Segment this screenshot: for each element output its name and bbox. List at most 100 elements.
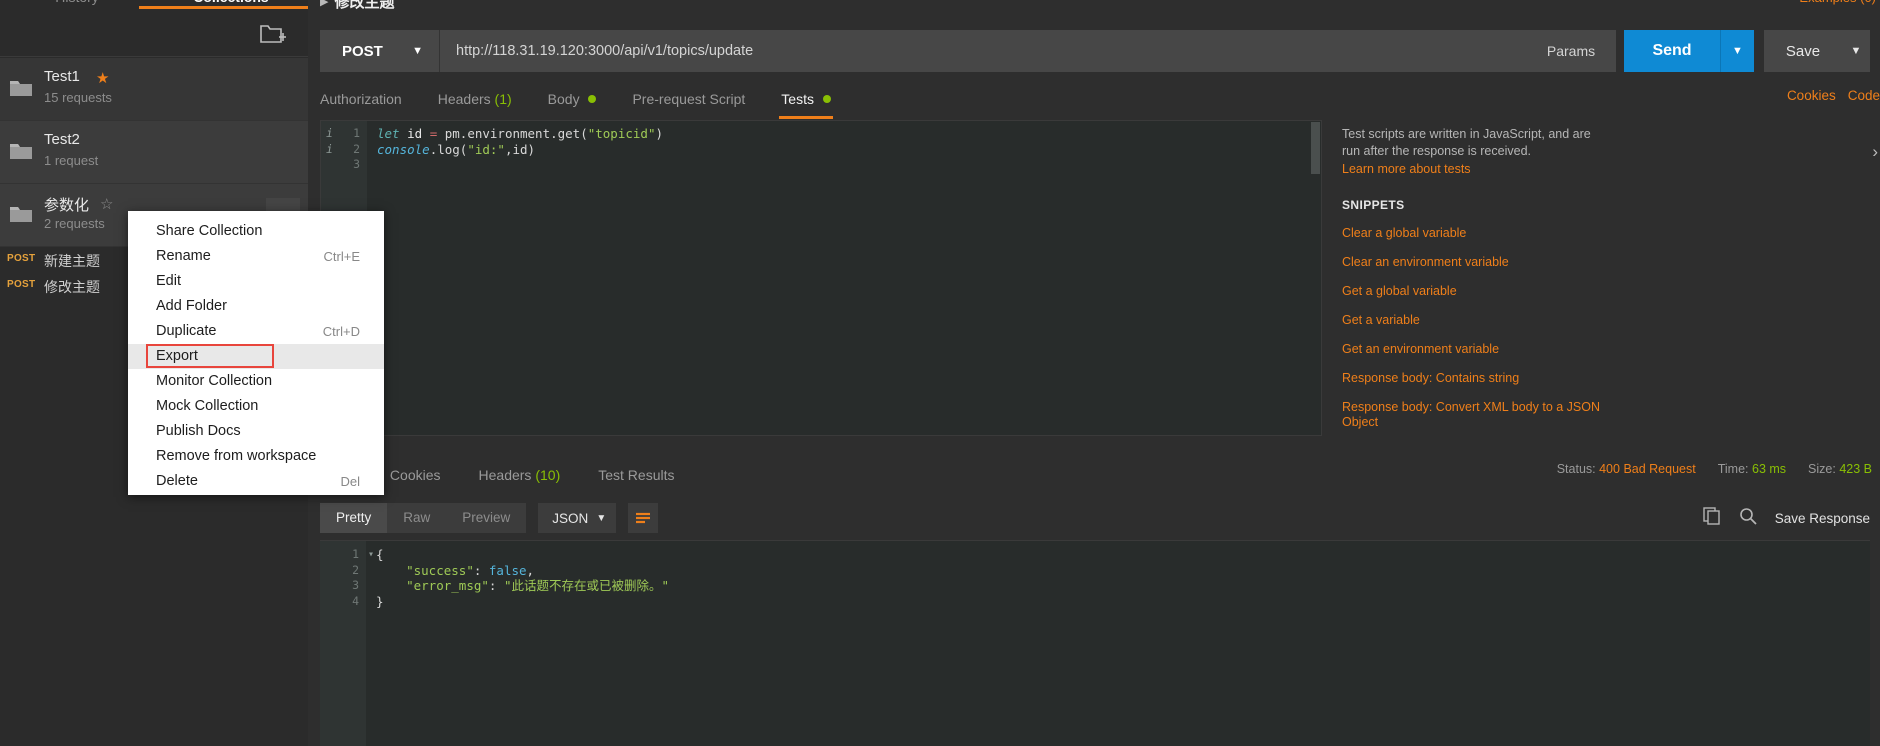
info-icon: i <box>326 141 333 156</box>
status-dot-icon <box>822 95 831 103</box>
menu-item-label: Delete <box>156 473 198 489</box>
menu-item-add-folder[interactable]: Add Folder <box>128 294 384 319</box>
collection-name: 参数化 <box>44 197 90 214</box>
menu-item-shortcut: Del <box>340 474 360 489</box>
gutter-line: 2 <box>352 562 359 577</box>
menu-item-export[interactable]: Export <box>128 344 384 369</box>
main-panel: ▶ 修改主题 Examples (0) POST ▼ http://118.31… <box>308 0 1880 746</box>
cookies-link[interactable]: Cookies <box>1787 88 1836 103</box>
snippet-item[interactable]: Get an environment variable <box>1342 342 1602 357</box>
info-icon: i <box>326 126 333 140</box>
send-options-chevron-icon[interactable]: ▼ <box>1720 30 1754 72</box>
learn-more-link[interactable]: Learn more about tests <box>1342 162 1862 176</box>
collection-row-test2[interactable]: Test2 1 request <box>0 121 308 184</box>
menu-item-delete[interactable]: Delete Del <box>128 469 384 494</box>
collapse-panel-chevron-icon[interactable]: › <box>1872 142 1878 162</box>
editor-scrollbar[interactable] <box>1311 122 1320 174</box>
size-value: 423 B <box>1839 462 1872 476</box>
code-method: .log( <box>429 141 468 157</box>
code-string: "topicid" <box>587 126 656 141</box>
tests-code-editor[interactable]: i1 i2 3 let id = pm.environment.get("top… <box>320 120 1322 436</box>
menu-item-label: Export <box>156 348 198 364</box>
code-object: pm.environment.get( <box>437 126 588 141</box>
response-tab-cookies[interactable]: Cookies <box>390 467 441 483</box>
folder-icon <box>10 205 32 223</box>
response-format-selector[interactable]: JSON ▼ <box>538 503 617 533</box>
menu-item-share-collection[interactable]: Share Collection <box>128 219 384 244</box>
save-response-button[interactable]: Save Response <box>1775 511 1870 526</box>
caret-right-icon[interactable]: ▶ <box>320 0 328 8</box>
collection-context-menu[interactable]: Share Collection Rename Ctrl+E Edit Add … <box>128 211 384 495</box>
snippets-panel: Test scripts are written in JavaScript, … <box>1326 120 1880 436</box>
collection-request-count: 1 request <box>44 153 99 168</box>
http-method-selector[interactable]: POST ▼ <box>320 30 440 72</box>
new-folder-icon[interactable] <box>260 22 286 44</box>
tab-body[interactable]: Body <box>548 84 597 116</box>
copy-icon[interactable] <box>1702 506 1721 530</box>
snippet-item[interactable]: Response body: Convert XML body to a JSO… <box>1342 400 1602 430</box>
menu-item-monitor-collection[interactable]: Monitor Collection <box>128 369 384 394</box>
view-mode-preview[interactable]: Preview <box>446 503 526 533</box>
time-label: Time: <box>1717 462 1749 476</box>
save-options-chevron-icon[interactable]: ▼ <box>1842 30 1870 72</box>
menu-item-duplicate[interactable]: Duplicate Ctrl+D <box>128 319 384 344</box>
request-name: 新建主题 <box>44 253 100 269</box>
menu-item-edit[interactable]: Edit <box>128 269 384 294</box>
status-label: Status: <box>1556 462 1596 476</box>
tests-help-text: Test scripts are written in JavaScript, … <box>1342 127 1591 158</box>
editor-code-area[interactable]: let id = pm.environment.get("topicid") c… <box>367 121 1321 435</box>
sidebar-toolbar <box>0 9 308 57</box>
menu-item-remove-from-workspace[interactable]: Remove from workspace <box>128 444 384 469</box>
params-button[interactable]: Params <box>1526 30 1616 72</box>
menu-item-shortcut: Ctrl+D <box>322 324 360 339</box>
cookies-code-links: Cookies Code <box>1787 88 1880 103</box>
snippet-item[interactable]: Get a variable <box>1342 313 1602 328</box>
menu-item-label: Rename <box>156 248 211 264</box>
gutter-line: 4 <box>352 593 359 608</box>
menu-item-shortcut: Ctrl+E <box>323 249 360 264</box>
gutter-line: 1 ▾ <box>352 547 374 561</box>
code-args: ,id) <box>504 141 536 157</box>
search-icon[interactable] <box>1739 507 1757 530</box>
snippet-item[interactable]: Clear a global variable <box>1342 226 1602 241</box>
menu-item-label: Publish Docs <box>156 423 241 439</box>
folder-icon <box>10 79 32 97</box>
snippet-item[interactable]: Get a global variable <box>1342 284 1602 299</box>
response-meta: Status: 400 Bad Request Time: 63 ms Size… <box>1557 462 1872 476</box>
snippet-item[interactable]: Response body: Contains string <box>1342 371 1602 386</box>
menu-item-mock-collection[interactable]: Mock Collection <box>128 394 384 419</box>
send-button[interactable]: Send <box>1624 30 1720 72</box>
time-value: 63 ms <box>1752 462 1787 476</box>
response-tab-test-results[interactable]: Test Results <box>598 467 674 483</box>
favorite-star-outline-icon[interactable]: ☆ <box>100 195 113 213</box>
url-input[interactable]: http://118.31.19.120:3000/api/v1/topics/… <box>440 30 1526 72</box>
view-mode-raw[interactable]: Raw <box>387 503 446 533</box>
save-button[interactable]: Save <box>1764 30 1842 72</box>
response-tab-headers[interactable]: Headers (10) <box>479 467 561 483</box>
fold-arrow-icon[interactable]: ▾ <box>368 547 374 563</box>
sidebar-tab-history[interactable]: History <box>0 0 154 8</box>
tab-authorization[interactable]: Authorization <box>320 84 402 116</box>
response-body-code: { "success": false, "error_msg": "此话题不存在… <box>376 547 670 609</box>
favorite-star-icon[interactable]: ★ <box>96 69 109 87</box>
menu-item-publish-docs[interactable]: Publish Docs <box>128 419 384 444</box>
menu-item-label: Remove from workspace <box>156 448 317 464</box>
gutter-line: i2 <box>326 141 360 156</box>
tab-pre-request-script[interactable]: Pre-request Script <box>632 84 745 116</box>
chevron-down-icon: ▼ <box>596 512 607 524</box>
tab-headers[interactable]: Headers (1) <box>438 84 512 116</box>
view-mode-pretty[interactable]: Pretty <box>320 503 388 533</box>
snippet-item[interactable]: Clear an environment variable <box>1342 255 1602 270</box>
code-string: "id:" <box>467 141 505 157</box>
menu-item-label: Monitor Collection <box>156 373 273 389</box>
collection-request-count: 15 requests <box>44 90 112 105</box>
request-method-badge: POST <box>7 253 36 264</box>
response-body-viewer[interactable]: 1 ▾ 2 3 4 { "success": false, "error_msg"… <box>320 540 1870 746</box>
tab-tests[interactable]: Tests <box>779 84 833 119</box>
status-dot-icon <box>588 95 597 103</box>
examples-label[interactable]: Examples (0) <box>1799 0 1876 5</box>
collection-row-test1[interactable]: Test1 ★ 15 requests <box>0 58 308 121</box>
word-wrap-icon[interactable] <box>628 503 659 533</box>
code-link[interactable]: Code <box>1848 88 1880 103</box>
menu-item-rename[interactable]: Rename Ctrl+E <box>128 244 384 269</box>
